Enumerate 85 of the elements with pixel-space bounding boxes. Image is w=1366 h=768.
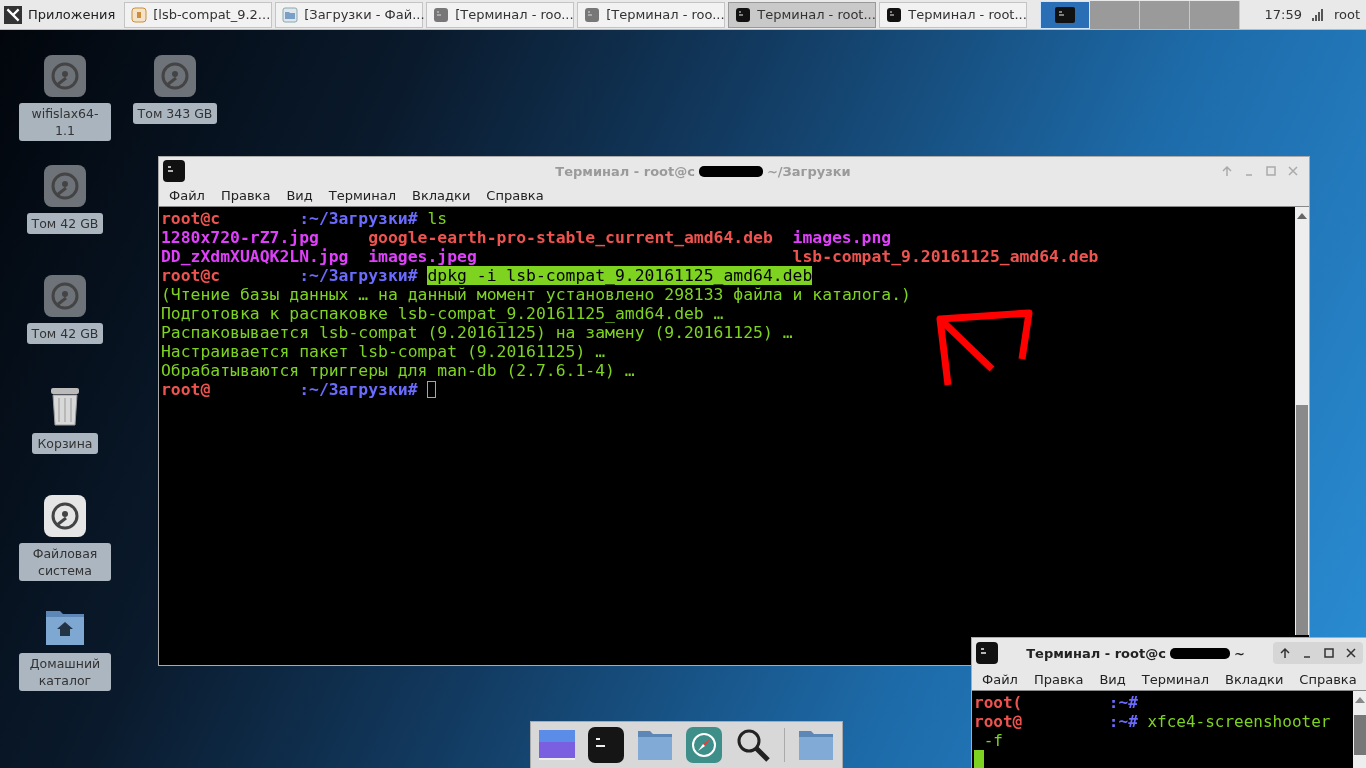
terminal-icon[interactable] — [588, 727, 624, 763]
terminal-window[interactable]: Терминал - root@c ~ Файл Правка Вид Терминал Вкладки Справка root( :~# root@ :~# xfce4-screenshooter -f — [971, 637, 1366, 768]
terminal-text: DD_zXdmXUAQK2LN.jpg — [161, 247, 350, 266]
clock[interactable]: 17:59 — [1264, 7, 1302, 22]
redaction-mark — [1169, 647, 1230, 659]
icon-label[interactable]: Том 343 GB — [132, 103, 218, 124]
menu-item[interactable]: Терминал — [1133, 671, 1217, 687]
menu-item[interactable]: Терминал — [320, 188, 404, 203]
terminal-text: :~# — [1108, 693, 1138, 712]
terminal-text: root@c — [161, 266, 222, 285]
terminal-text: root@ — [974, 712, 1024, 731]
terminal-text: Подготовка к распаковке lsb-compat_9.20161125_amd64.deb … — [161, 304, 724, 323]
redaction-mark — [698, 165, 763, 177]
maximize-icon[interactable] — [1323, 647, 1335, 659]
terminal-text: -f — [983, 731, 1003, 750]
menu-item[interactable]: Вкладки — [404, 188, 479, 203]
terminal-text: root@c — [161, 209, 222, 228]
menu-item[interactable]: Правка — [212, 188, 279, 203]
compass-icon[interactable] — [686, 727, 722, 763]
terminal-text: ls — [427, 209, 448, 228]
task-button[interactable]: [Терминал - roo... — [577, 1, 726, 28]
package-icon — [131, 6, 148, 23]
terminal-text: 1280x720-rZ7.jpg — [161, 228, 320, 247]
terminal-text: root@ — [161, 380, 212, 399]
terminal-text: root( — [974, 693, 1024, 712]
terminal-text: Настраивается пакет lsb-compat (9.20161125) … — [161, 342, 606, 361]
window-title-path: ~/Загрузки — [766, 163, 851, 179]
close-icon[interactable] — [1345, 647, 1357, 659]
menu-item[interactable]: Файл — [161, 188, 213, 203]
screenshot-thumbnail-icon[interactable] — [539, 727, 575, 763]
workspace-button[interactable] — [1040, 0, 1091, 29]
terminal-icon — [735, 6, 752, 23]
scroll-up-icon[interactable] — [1355, 697, 1365, 703]
terminal-icon — [163, 160, 185, 182]
drive-icon[interactable] — [44, 495, 86, 537]
terminal-text: :~/Загрузки# — [299, 209, 418, 228]
menu-item[interactable]: Правка — [1025, 671, 1092, 687]
menu-item[interactable]: Справка — [1291, 671, 1365, 687]
task-button[interactable]: [Загрузки - Фай... — [275, 1, 424, 28]
icon-label[interactable]: Корзина — [32, 433, 98, 454]
terminal-text: images.png — [792, 228, 892, 247]
terminal-text: :~/Загрузки# — [299, 266, 418, 285]
icon-label[interactable]: Том 42 GB — [26, 323, 104, 344]
search-icon[interactable] — [735, 727, 771, 763]
signal-icon[interactable] — [1310, 7, 1325, 22]
user-name[interactable]: root — [1333, 7, 1362, 22]
terminal-text: xfce4-screenshooter — [1147, 712, 1331, 731]
terminal-text: lsb-compat_9.20161125_amd64.deb — [792, 247, 1099, 266]
task-button[interactable]: [Терминал - roo... — [426, 1, 575, 28]
task-button[interactable]: [lsb-compat_9.2... — [124, 1, 273, 28]
icon-label[interactable]: Файловая система — [19, 543, 111, 581]
terminal-icon — [976, 642, 998, 664]
text-cursor — [974, 750, 984, 768]
terminal-text: google-earth-pro-stable_current_amd64.deb — [368, 228, 774, 247]
terminal-text: images.jpeg — [368, 247, 478, 266]
applications-menu[interactable]: Приложения — [4, 0, 122, 29]
menu-item[interactable]: Файл — [974, 671, 1026, 687]
menu-item[interactable]: Вид — [278, 188, 321, 203]
terminal-text: dpkg -i lsb-compat_9.20161125_amd64.deb — [427, 266, 813, 285]
folder-icon — [282, 6, 299, 23]
menu-item[interactable]: Справка — [478, 188, 552, 203]
terminal-text: :~# — [1108, 712, 1138, 731]
scrollbar[interactable] — [1295, 207, 1309, 635]
window-title: Терминал - root@c — [555, 163, 695, 179]
menu-item[interactable]: Вид — [1091, 671, 1134, 687]
terminal-icon — [584, 6, 601, 23]
terminal-icon — [886, 6, 903, 23]
terminal-text: (Чтение базы данных … на данный момент установлено 298133 файла и каталога.) — [161, 285, 911, 304]
icon-label[interactable]: Домашний каталог — [19, 653, 111, 691]
window-title-path: ~ — [1233, 645, 1245, 661]
icon-label[interactable]: Том 42 GB — [26, 213, 104, 234]
terminal-text: :~/Загрузки# — [299, 380, 418, 399]
icon-label[interactable]: wifislax64-1.1 — [19, 103, 111, 141]
window-thumbnail-icon — [1055, 6, 1076, 23]
text-cursor — [427, 381, 437, 398]
up-arrow-icon[interactable] — [1279, 647, 1291, 659]
scroll-up-icon[interactable] — [1297, 213, 1307, 219]
menu-item[interactable]: Вкладки — [1217, 671, 1292, 687]
terminal-icon — [433, 6, 450, 23]
task-button[interactable]: Терминал - root... — [879, 1, 1028, 28]
window-title: Терминал - root@c — [1026, 645, 1166, 661]
task-button[interactable]: Терминал - root... — [728, 1, 877, 28]
logo-icon — [4, 5, 22, 24]
terminal-text: Распаковывается lsb-compat (9.20161125) на замену (9.20161125) … — [161, 323, 793, 342]
terminal-text: Обрабатываются триггеры для man-db (2.7.6.1-4) … — [161, 361, 635, 380]
